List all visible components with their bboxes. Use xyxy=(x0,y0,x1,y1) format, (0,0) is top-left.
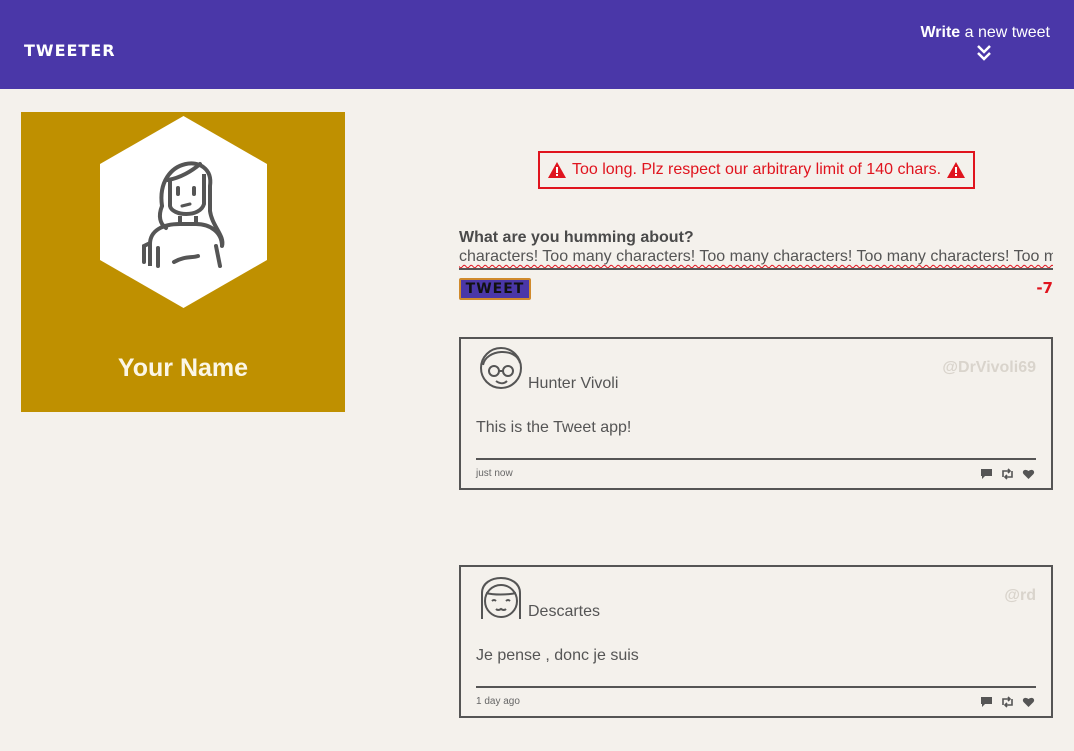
tweet-author-handle[interactable]: @DrVivoli69 xyxy=(942,359,1036,377)
tweet-textarea[interactable]: characters! Too many characters! Too man… xyxy=(459,248,1053,270)
top-nav: TWEETER Write a new tweet xyxy=(0,0,1074,89)
profile-avatar-icon xyxy=(100,116,267,308)
retweet-icon[interactable] xyxy=(1001,467,1014,480)
tweet-author-name: Hunter Vivoli xyxy=(528,375,619,392)
brand-logo[interactable]: TWEETER xyxy=(24,41,116,60)
tweet-button[interactable]: TWEET xyxy=(459,278,531,300)
heart-icon[interactable] xyxy=(1022,467,1035,479)
compose-toggle-rest: a new tweet xyxy=(960,24,1050,41)
tweet-actions xyxy=(980,467,1035,480)
profile-name: Your Name xyxy=(117,354,249,382)
warning-icon xyxy=(547,162,566,178)
tweet-card: Hunter Vivoli @DrVivoli69 This is the Tw… xyxy=(459,337,1053,490)
profile-card: Your Name xyxy=(21,112,345,412)
error-message-box: Too long. Plz respect our arbitrary limi… xyxy=(538,151,975,189)
tweet-divider xyxy=(476,686,1036,688)
compose-toggle-bold: Write xyxy=(920,24,961,41)
comment-icon[interactable] xyxy=(980,695,993,707)
tweet-actions xyxy=(980,695,1035,708)
character-counter: -7 xyxy=(1036,279,1053,297)
tweet-author-name: Descartes xyxy=(528,603,601,620)
tweet-content: This is the Tweet app! xyxy=(476,419,632,436)
tweet-divider xyxy=(476,458,1036,460)
user-avatar-icon xyxy=(480,347,522,389)
user-avatar-icon xyxy=(481,577,521,619)
tweet-timestamp: 1 day ago xyxy=(476,696,520,707)
heart-icon[interactable] xyxy=(1022,695,1035,707)
tweet-card: Descartes @rd Je pense , donc je suis 1 … xyxy=(459,565,1053,718)
tweet-content: Je pense , donc je suis xyxy=(476,647,639,664)
comment-icon[interactable] xyxy=(980,467,993,479)
retweet-icon[interactable] xyxy=(1001,695,1014,708)
tweet-timestamp: just now xyxy=(476,468,513,479)
compose-label: What are you humming about? xyxy=(459,229,694,246)
chevron-double-down-icon[interactable] xyxy=(976,44,992,62)
tweet-author-handle[interactable]: @rd xyxy=(1004,587,1036,605)
error-text: Too long. Plz respect our arbitrary limi… xyxy=(571,161,942,178)
write-tweet-toggle[interactable]: Write a new tweet xyxy=(920,24,1050,42)
warning-icon xyxy=(947,162,966,178)
